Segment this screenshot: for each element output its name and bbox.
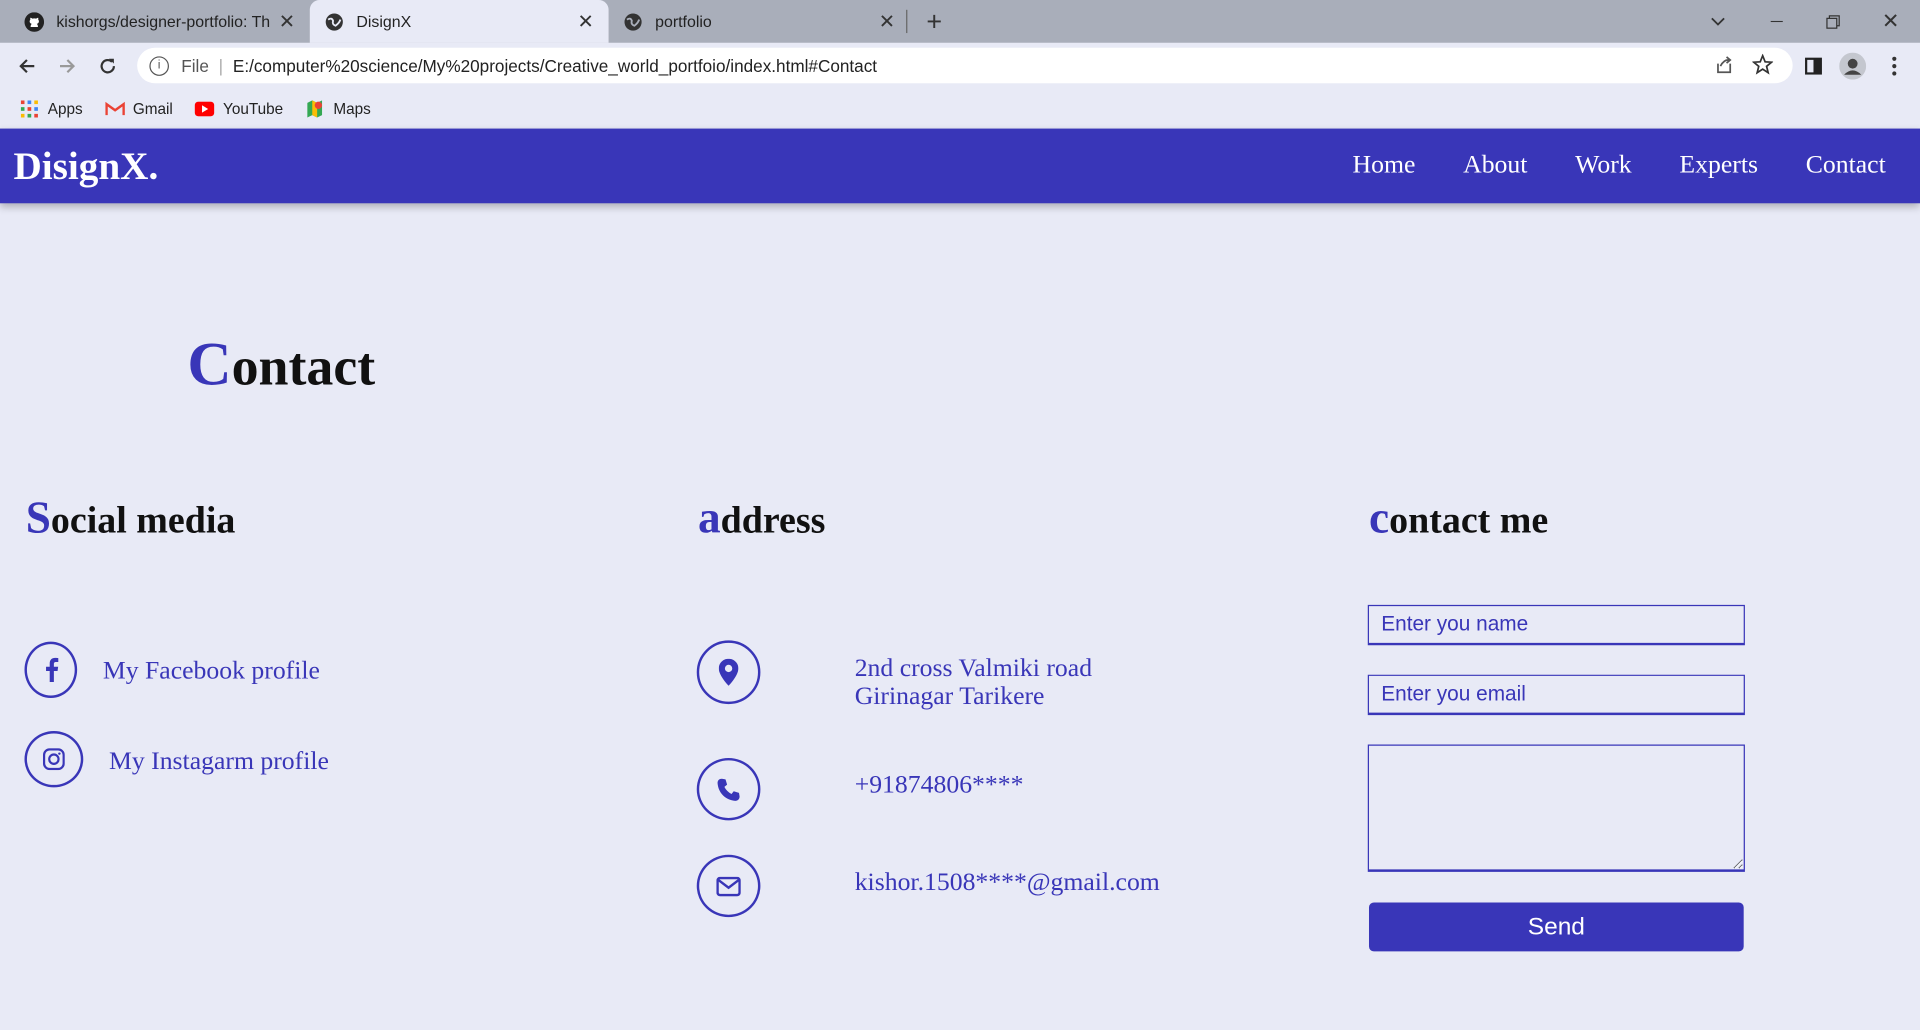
send-button[interactable]: Send <box>1368 902 1744 952</box>
title-initial: C <box>187 329 232 398</box>
social-media-heading: Social media <box>26 492 236 545</box>
bookmark-gmail[interactable]: Gmail <box>104 99 173 119</box>
main-nav: Home About Work Experts Contact <box>1305 149 1886 180</box>
window-close-icon[interactable]: ✕ <box>1862 0 1918 43</box>
tab-bar: kishorgs/designer-portfolio: This ✕ Disi… <box>0 0 1920 43</box>
bookmark-label: Maps <box>333 99 371 117</box>
bookmark-maps[interactable]: Maps <box>305 99 371 119</box>
message-textarea[interactable] <box>1367 744 1745 872</box>
close-icon[interactable]: ✕ <box>577 9 593 33</box>
close-icon[interactable]: ✕ <box>879 9 895 33</box>
nav-experts[interactable]: Experts <box>1679 149 1758 180</box>
email-input[interactable] <box>1367 674 1745 716</box>
back-icon[interactable] <box>13 53 40 80</box>
name-input[interactable] <box>1367 604 1745 646</box>
address-line-2: Girinagar Tarikere <box>854 680 1045 711</box>
bookmark-label: Gmail <box>132 99 173 117</box>
gmail-icon <box>104 99 125 119</box>
tab-portfolio[interactable]: portfolio ✕ <box>609 0 908 43</box>
contact-me-heading: contact me <box>1369 492 1548 545</box>
bookmarks-bar: Apps Gmail YouTube Maps <box>0 88 1920 129</box>
apps-grid-icon <box>20 99 40 119</box>
facebook-icon[interactable] <box>24 641 78 698</box>
instagram-link[interactable]: My Instagarm profile <box>109 746 329 777</box>
reload-icon[interactable] <box>94 53 121 80</box>
nav-contact[interactable]: Contact <box>1806 149 1886 180</box>
github-icon <box>24 11 45 32</box>
url-text: E:/computer%20science/My%20projects/Crea… <box>232 55 878 76</box>
bookmark-label: YouTube <box>223 99 284 117</box>
facebook-link[interactable]: My Facebook profile <box>103 655 320 686</box>
youtube-icon <box>194 99 215 119</box>
title-rest: ontact <box>231 336 376 397</box>
heading-rest: ddress <box>720 498 826 542</box>
restore-icon[interactable] <box>1805 0 1861 43</box>
address-text: 2nd cross Valmiki road Girinagar Tariker… <box>854 652 1093 711</box>
address-bar[interactable]: i File | E:/computer%20science/My%20proj… <box>137 47 1793 84</box>
heading-initial: S <box>25 493 51 544</box>
address-line-1: 2nd cross Valmiki road <box>854 652 1093 683</box>
site-header: DisignX. Home About Work Experts Contact <box>0 128 1920 204</box>
forward-icon[interactable] <box>54 53 81 80</box>
heading-rest: ocial media <box>50 498 236 542</box>
minimize-icon[interactable] <box>1749 0 1805 43</box>
tab-disignx[interactable]: DisignX ✕ <box>309 0 609 43</box>
phone-number: +91874806**** <box>854 768 1024 799</box>
info-icon[interactable]: i <box>149 55 169 76</box>
share-icon[interactable] <box>1714 55 1734 78</box>
tab-title: kishorgs/designer-portfolio: This <box>56 12 271 31</box>
email-address: kishor.1508****@gmail.com <box>854 866 1160 897</box>
globe-icon <box>623 12 643 32</box>
nav-about[interactable]: About <box>1463 149 1527 180</box>
tab-title: portfolio <box>655 12 712 31</box>
close-icon[interactable]: ✕ <box>279 9 295 33</box>
heading-initial: a <box>697 493 721 544</box>
bookmark-apps[interactable]: Apps <box>20 99 83 119</box>
scheme-label: File <box>181 55 209 76</box>
tab-search-icon[interactable] <box>1690 0 1746 43</box>
star-icon[interactable] <box>1751 53 1774 78</box>
nav-home[interactable]: Home <box>1353 149 1416 180</box>
site-logo[interactable]: DisignX. <box>13 143 158 188</box>
maps-icon <box>305 99 325 119</box>
phone-icon <box>696 757 761 821</box>
separator: | <box>218 55 224 76</box>
menu-icon[interactable] <box>1881 53 1908 80</box>
globe-icon <box>324 12 344 32</box>
tab-github[interactable]: kishorgs/designer-portfolio: This ✕ <box>10 0 310 43</box>
instagram-icon[interactable] <box>24 731 84 788</box>
location-pin-icon <box>696 640 761 705</box>
address-heading: address <box>698 492 825 545</box>
tab-title: DisignX <box>356 12 412 31</box>
address-toolbar: i File | E:/computer%20science/My%20proj… <box>0 42 1920 89</box>
side-panel-icon[interactable] <box>1800 53 1827 80</box>
nav-work[interactable]: Work <box>1575 149 1631 180</box>
page-title: Contact <box>187 328 375 399</box>
heading-rest: ontact me <box>1389 498 1549 542</box>
profile-icon[interactable] <box>1839 52 1867 80</box>
bookmark-label: Apps <box>47 99 83 117</box>
bookmark-youtube[interactable]: YouTube <box>194 99 284 119</box>
envelope-icon <box>696 854 761 918</box>
new-tab-icon[interactable]: + <box>906 0 962 43</box>
heading-initial: c <box>1368 493 1390 544</box>
